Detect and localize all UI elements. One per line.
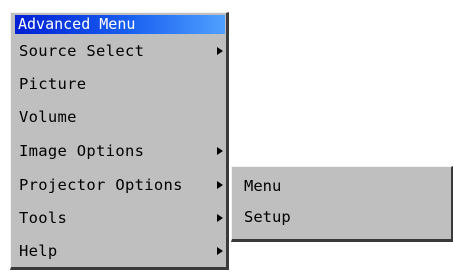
submenu-arrow-icon bbox=[217, 214, 223, 222]
submenu-arrow-icon bbox=[217, 47, 223, 55]
submenu-arrow-icon bbox=[217, 147, 223, 155]
menu-item-label: Image Options bbox=[19, 142, 145, 160]
menu-item-help[interactable]: Help bbox=[19, 238, 225, 264]
submenu-arrow-icon bbox=[217, 181, 223, 189]
menu-item-label: Source Select bbox=[19, 42, 145, 60]
menu-item-source-select[interactable]: Source Select bbox=[19, 38, 225, 64]
menu-item-picture[interactable]: Picture bbox=[19, 71, 225, 97]
menu-item-label: Help bbox=[19, 242, 58, 260]
menu-item-label: Projector Options bbox=[19, 176, 183, 194]
menu-item-label: Tools bbox=[19, 209, 68, 227]
menu-item-label: Picture bbox=[19, 75, 87, 93]
menu-item-projector-options[interactable]: Projector Options bbox=[19, 172, 225, 198]
menu-item-volume[interactable]: Volume bbox=[19, 104, 225, 130]
menu-title: Advanced Menu bbox=[15, 15, 225, 34]
submenu-arrow-icon bbox=[217, 247, 223, 255]
menu-item-image-options[interactable]: Image Options bbox=[19, 138, 225, 164]
menu-item-label: Volume bbox=[19, 108, 77, 126]
submenu-item-menu[interactable]: Menu bbox=[244, 173, 281, 199]
submenu-item-setup[interactable]: Setup bbox=[244, 204, 291, 230]
advanced-menu-panel: Advanced Menu Source Select Picture Volu… bbox=[10, 12, 229, 270]
projector-options-submenu: Menu Setup bbox=[231, 166, 453, 242]
menu-item-tools[interactable]: Tools bbox=[19, 205, 225, 231]
